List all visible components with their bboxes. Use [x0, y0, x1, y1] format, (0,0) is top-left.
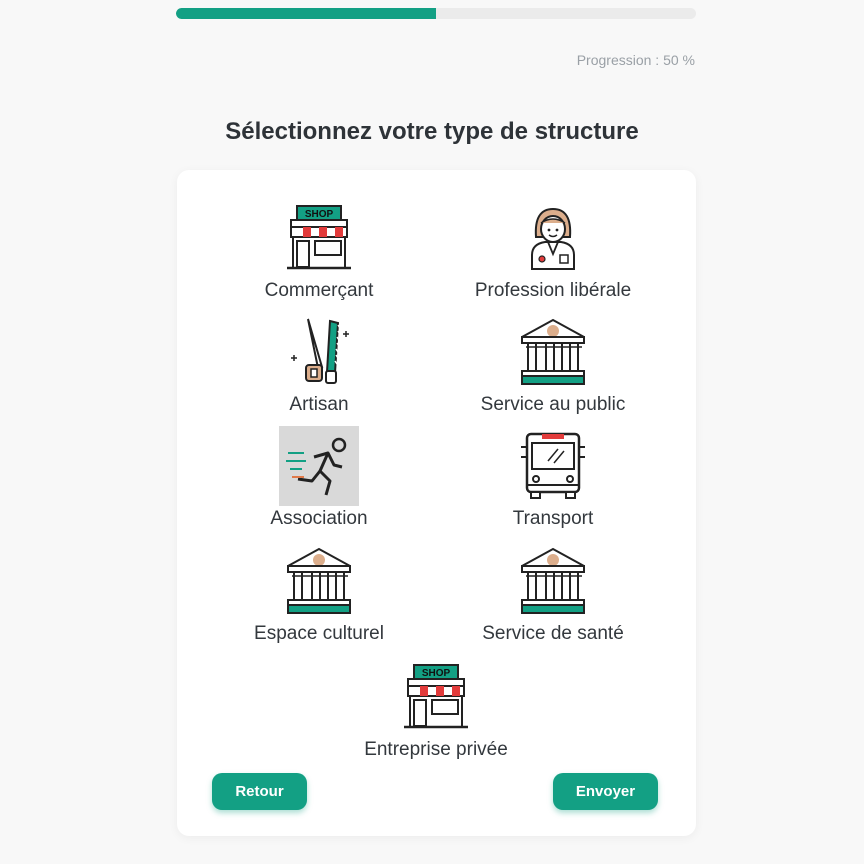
back-button[interactable]: Retour: [212, 773, 307, 810]
progress-bar: [176, 8, 696, 19]
saw-icon: [279, 312, 359, 392]
progress-label: Progression : 50 %: [576, 52, 695, 68]
option-association[interactable]: Association: [209, 426, 429, 538]
option-label: Transport: [512, 508, 594, 529]
progress-bar-fill: [176, 8, 436, 19]
doctor-icon: [513, 198, 593, 278]
option-label: Profession libérale: [474, 280, 632, 301]
bus-icon: [513, 426, 593, 506]
option-label: Association: [270, 508, 368, 529]
shop-sign-text: SHOP: [305, 209, 334, 220]
running-man-icon: [279, 426, 359, 506]
option-label: Service au public: [480, 394, 626, 415]
option-label: Entreprise privée: [364, 739, 508, 760]
option-profession-liberale[interactable]: Profession libérale: [443, 198, 663, 310]
hospital-building-icon: [513, 541, 593, 621]
option-label: Commerçant: [264, 280, 374, 301]
page-title: Sélectionnez votre type de structure: [225, 118, 639, 145]
option-commercant[interactable]: SHOP Commerçant: [209, 198, 429, 310]
option-espace-culturel[interactable]: Espace culturel: [209, 541, 429, 653]
shop-sign-text: SHOP: [422, 668, 451, 679]
option-service-au-public[interactable]: Service au public: [443, 312, 663, 424]
option-transport[interactable]: Transport: [443, 426, 663, 538]
option-label: Service de santé: [482, 623, 624, 644]
shop-icon: SHOP: [279, 198, 359, 278]
option-entreprise-privee[interactable]: SHOP Entreprise privée: [326, 657, 546, 769]
public-building-icon: [513, 312, 593, 392]
structure-type-card: SHOP Commerçant Profession libérale Arti…: [177, 170, 696, 836]
option-label: Espace culturel: [254, 623, 384, 644]
option-label: Artisan: [289, 394, 349, 415]
option-artisan[interactable]: Artisan: [209, 312, 429, 424]
museum-icon: [279, 541, 359, 621]
submit-button[interactable]: Envoyer: [553, 773, 658, 810]
shop-icon: SHOP: [396, 657, 476, 737]
option-service-de-sante[interactable]: Service de santé: [443, 541, 663, 653]
